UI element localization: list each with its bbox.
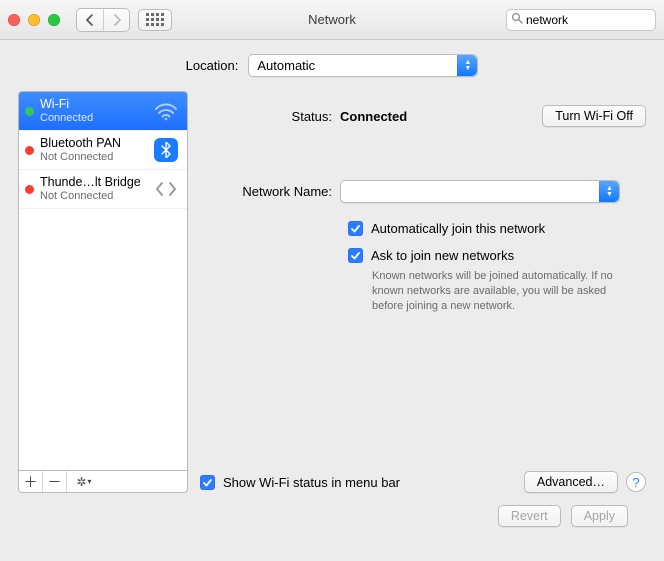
auto-join-label: Automatically join this network [371, 221, 545, 236]
window-title: Network [308, 12, 356, 27]
ask-join-checkbox[interactable] [348, 248, 363, 263]
interface-status: Connected [40, 112, 147, 124]
interface-text: Wi-Fi Connected [40, 98, 147, 124]
thunderbolt-bridge-icon [153, 176, 179, 202]
show-status-label: Show Wi-Fi status in menu bar [223, 475, 400, 490]
titlebar: Network ✕ [0, 0, 664, 40]
button-label: Apply [584, 509, 615, 523]
status-dot-icon [25, 146, 34, 155]
network-name-label: Network Name: [200, 184, 340, 199]
apply-button[interactable]: Apply [571, 505, 628, 527]
footer-buttons: Revert Apply [18, 493, 646, 527]
search-input[interactable] [526, 13, 664, 27]
nav-buttons [76, 8, 130, 32]
interface-actions-button[interactable]: ✲ ▾ [67, 471, 101, 492]
interface-row-thunderbolt[interactable]: Thunde…lt Bridge Not Connected [19, 170, 187, 209]
interface-name: Thunde…lt Bridge [40, 176, 147, 190]
interface-row-wifi[interactable]: Wi-Fi Connected [19, 92, 187, 131]
search-icon [511, 12, 523, 27]
ask-join-label: Ask to join new networks [371, 248, 514, 263]
status-dot-icon [25, 107, 34, 116]
location-select[interactable]: Automatic ▲▼ [248, 54, 478, 77]
gear-icon: ✲ [76, 475, 86, 489]
bluetooth-icon [153, 137, 179, 163]
interface-text: Thunde…lt Bridge Not Connected [40, 176, 147, 202]
button-label: Revert [511, 509, 548, 523]
status-label: Status: [200, 109, 340, 124]
button-label: Turn Wi-Fi Off [555, 109, 633, 123]
grid-icon [146, 13, 164, 26]
back-button[interactable] [77, 9, 103, 31]
network-name-row: Network Name: ▲▼ [200, 180, 646, 203]
interfaces-toolbar: ＋ － ✲ ▾ [18, 471, 188, 493]
chevron-down-icon: ▾ [88, 477, 92, 486]
zoom-window-button[interactable] [48, 14, 60, 26]
forward-button[interactable] [103, 9, 129, 31]
location-select-value: Automatic [257, 58, 315, 73]
ask-join-help-text: Known networks will be joined automatica… [372, 269, 638, 314]
add-interface-button[interactable]: ＋ [19, 471, 43, 492]
auto-join-checkbox[interactable] [348, 221, 363, 236]
close-window-button[interactable] [8, 14, 20, 26]
remove-interface-button[interactable]: － [43, 471, 67, 492]
chevron-updown-icon: ▲▼ [457, 55, 477, 76]
ask-join-row: Ask to join new networks [348, 248, 646, 263]
show-all-button[interactable] [138, 9, 172, 31]
interface-name: Bluetooth PAN [40, 137, 147, 151]
auto-join-row: Automatically join this network [348, 221, 646, 236]
interfaces-list: Wi-Fi Connected [18, 91, 188, 471]
details-pane: Status: Connected Turn Wi-Fi Off Network… [200, 91, 646, 493]
chevron-updown-icon: ▲▼ [599, 181, 619, 202]
main-panel: Wi-Fi Connected [18, 91, 646, 493]
interface-row-bluetooth[interactable]: Bluetooth PAN Not Connected [19, 131, 187, 170]
window-controls [8, 14, 60, 26]
interface-status: Not Connected [40, 190, 147, 202]
status-value: Connected [340, 109, 407, 124]
revert-button[interactable]: Revert [498, 505, 561, 527]
button-label: Advanced… [537, 475, 605, 489]
interfaces-sidebar: Wi-Fi Connected [18, 91, 188, 493]
bottom-row: Show Wi-Fi status in menu bar Advanced… … [200, 471, 646, 493]
show-status-checkbox[interactable] [200, 475, 215, 490]
network-name-select[interactable]: ▲▼ [340, 180, 620, 203]
help-button[interactable]: ? [626, 472, 646, 492]
wifi-icon [153, 98, 179, 124]
interface-name: Wi-Fi [40, 98, 147, 112]
minimize-window-button[interactable] [28, 14, 40, 26]
interface-text: Bluetooth PAN Not Connected [40, 137, 147, 163]
location-row: Location: Automatic ▲▼ [18, 54, 646, 77]
status-dot-icon [25, 185, 34, 194]
interface-status: Not Connected [40, 151, 147, 163]
turn-wifi-off-button[interactable]: Turn Wi-Fi Off [542, 105, 646, 127]
show-status-row: Show Wi-Fi status in menu bar [200, 475, 400, 490]
location-label: Location: [186, 58, 239, 73]
search-field[interactable]: ✕ [506, 9, 656, 31]
advanced-button[interactable]: Advanced… [524, 471, 618, 493]
content-area: Location: Automatic ▲▼ Wi-Fi Connected [0, 40, 664, 539]
